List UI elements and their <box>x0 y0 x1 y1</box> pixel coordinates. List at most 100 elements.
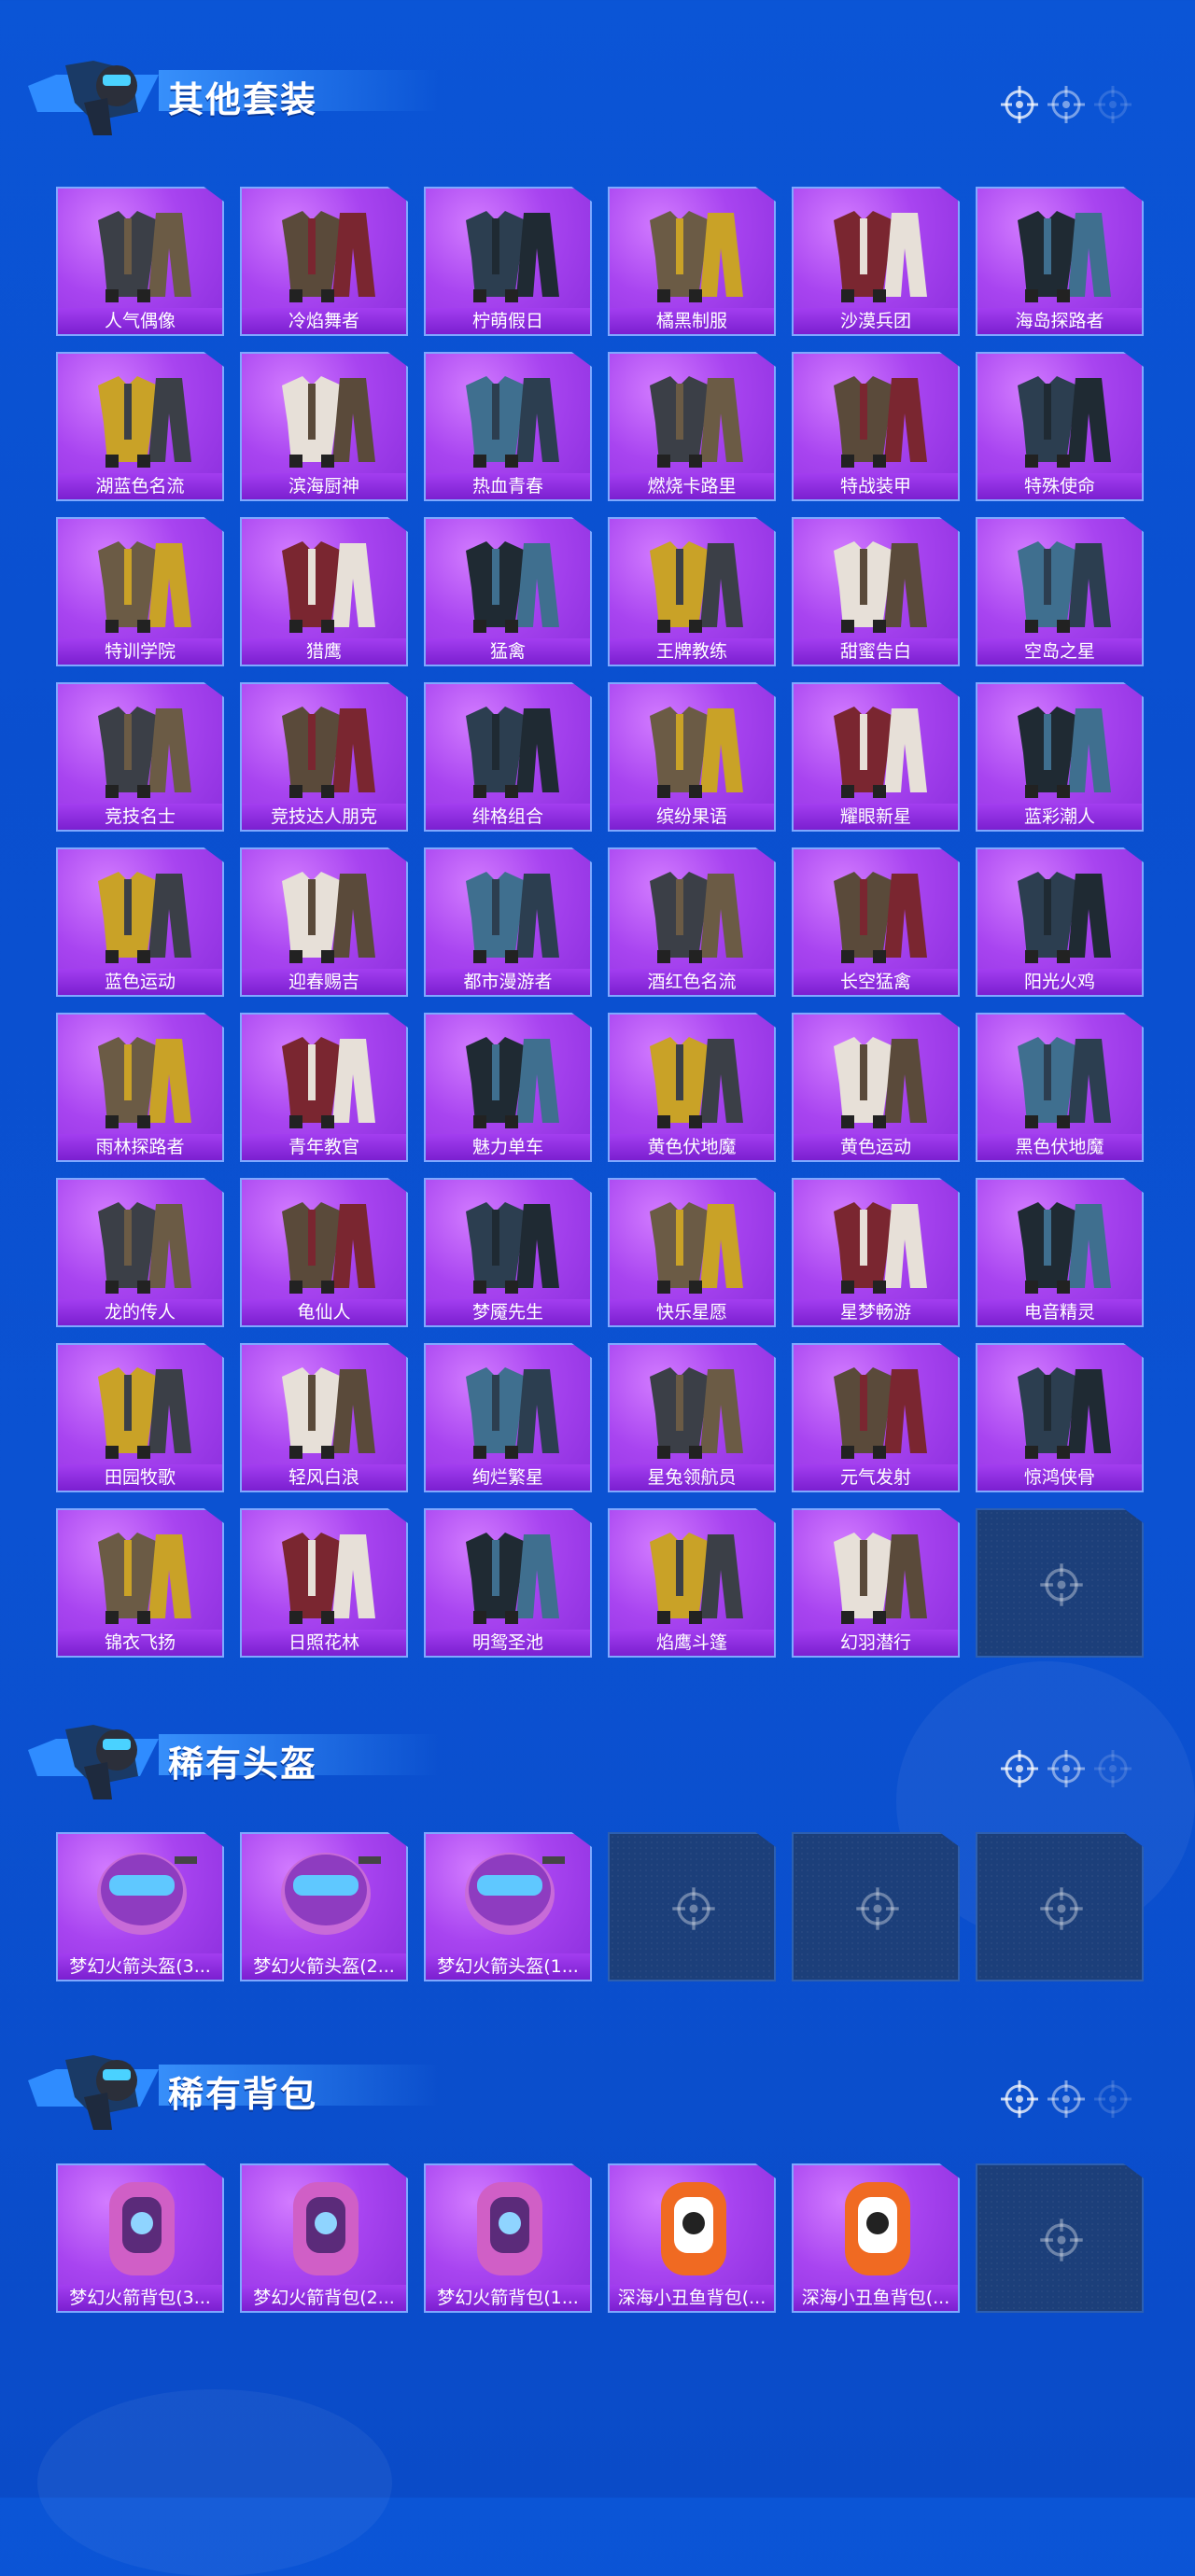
item-image <box>1001 853 1122 971</box>
item-name: 耀眼新星 <box>794 804 958 830</box>
item-name: 特殊使命 <box>977 473 1142 499</box>
item-name: 幻羽潜行 <box>794 1630 958 1656</box>
outfit-card[interactable]: 人气偶像 <box>56 187 224 336</box>
outfit-card[interactable]: 惊鸿侠骨 <box>976 1343 1144 1492</box>
outfit-card[interactable]: 热血青春 <box>424 352 592 501</box>
item-name: 明鸳圣池 <box>426 1630 590 1656</box>
backpack-card[interactable]: 梦幻火箭背包(2... <box>240 2163 408 2313</box>
item-image <box>81 1018 203 1136</box>
outfit-card[interactable]: 星兔领航员 <box>608 1343 776 1492</box>
outfit-card[interactable]: 湖蓝色名流 <box>56 352 224 501</box>
outfit-card[interactable]: 雨林探路者 <box>56 1013 224 1162</box>
outfit-card[interactable]: 焰鹰斗篷 <box>608 1508 776 1658</box>
outfit-card[interactable]: 柠萌假日 <box>424 187 592 336</box>
outfit-card[interactable]: 特战装甲 <box>792 352 960 501</box>
outfit-card[interactable]: 电音精灵 <box>976 1178 1144 1327</box>
empty-slot <box>792 1832 960 1981</box>
background-circle-decoration <box>37 2389 392 2576</box>
outfit-card[interactable]: 竞技达人朋克 <box>240 682 408 832</box>
item-name: 梦幻火箭头盔(3... <box>58 1953 222 1980</box>
outfit-card[interactable]: 黄色伏地魔 <box>608 1013 776 1162</box>
backpack-card[interactable]: 梦幻火箭背包(1... <box>424 2163 592 2313</box>
outfit-card[interactable]: 耀眼新星 <box>792 682 960 832</box>
outfit-card[interactable]: 猛禽 <box>424 517 592 666</box>
outfit-card[interactable]: 长空猛禽 <box>792 847 960 997</box>
outfit-card[interactable]: 龟仙人 <box>240 1178 408 1327</box>
section-title: 其他套装 <box>168 79 318 120</box>
item-name: 滨海厨神 <box>242 473 406 499</box>
item-name: 魅力单车 <box>426 1134 590 1160</box>
item-name: 燃烧卡路里 <box>610 473 774 499</box>
outfit-card[interactable]: 海岛探路者 <box>976 187 1144 336</box>
outfit-card[interactable]: 星梦畅游 <box>792 1178 960 1327</box>
outfit-card[interactable]: 魅力单车 <box>424 1013 592 1162</box>
outfit-card[interactable]: 绚烂繁星 <box>424 1343 592 1492</box>
outfit-card[interactable]: 龙的传人 <box>56 1178 224 1327</box>
outfit-card[interactable]: 都市漫游者 <box>424 847 592 997</box>
outfit-card[interactable]: 幻羽潜行 <box>792 1508 960 1658</box>
item-name: 龙的传人 <box>58 1299 222 1325</box>
outfit-card[interactable]: 明鸳圣池 <box>424 1508 592 1658</box>
item-image <box>633 523 754 640</box>
outfit-card[interactable]: 黄色运动 <box>792 1013 960 1162</box>
item-image <box>81 2169 203 2287</box>
outfit-card[interactable]: 轻风白浪 <box>240 1343 408 1492</box>
item-name: 梦幻火箭头盔(2... <box>242 1953 406 1980</box>
outfit-card[interactable]: 阳光火鸡 <box>976 847 1144 997</box>
outfit-card[interactable]: 特殊使命 <box>976 352 1144 501</box>
item-image <box>817 357 938 475</box>
item-name: 猎鹰 <box>242 638 406 665</box>
item-name: 焰鹰斗篷 <box>610 1630 774 1656</box>
backpack-card[interactable]: 梦幻火箭背包(3... <box>56 2163 224 2313</box>
outfit-card[interactable]: 燃烧卡路里 <box>608 352 776 501</box>
outfit-card[interactable]: 空岛之星 <box>976 517 1144 666</box>
crosshair-icon <box>1092 84 1133 125</box>
section-title: 稀有头盔 <box>168 1743 318 1785</box>
outfit-card[interactable]: 黑色伏地魔 <box>976 1013 1144 1162</box>
outfit-card[interactable]: 王牌教练 <box>608 517 776 666</box>
crosshair-icon <box>1046 1748 1087 1789</box>
outfit-card[interactable]: 快乐星愿 <box>608 1178 776 1327</box>
outfit-card[interactable]: 橘黑制服 <box>608 187 776 336</box>
outfit-card[interactable]: 绯格组合 <box>424 682 592 832</box>
item-image <box>81 357 203 475</box>
item-image <box>633 1018 754 1136</box>
item-image <box>449 1838 570 1955</box>
item-name: 阳光火鸡 <box>977 969 1142 995</box>
outfit-card[interactable]: 元气发射 <box>792 1343 960 1492</box>
outfit-card[interactable]: 梦魇先生 <box>424 1178 592 1327</box>
item-image <box>81 1838 203 1955</box>
item-name: 雨林探路者 <box>58 1134 222 1160</box>
section-header-backpacks: 稀有背包 <box>28 2041 1167 2135</box>
helmet-card[interactable]: 梦幻火箭头盔(2... <box>240 1832 408 1981</box>
backpack-card[interactable]: 深海小丑鱼背包(... <box>608 2163 776 2313</box>
helmet-card[interactable]: 梦幻火箭头盔(1... <box>424 1832 592 1981</box>
item-name: 青年教官 <box>242 1134 406 1160</box>
outfit-card[interactable]: 日照花林 <box>240 1508 408 1658</box>
helmet-card[interactable]: 梦幻火箭头盔(3... <box>56 1832 224 1981</box>
outfit-card[interactable]: 锦衣飞扬 <box>56 1508 224 1658</box>
outfit-card[interactable]: 特训学院 <box>56 517 224 666</box>
outfit-card[interactable]: 甜蜜告白 <box>792 517 960 666</box>
outfit-card[interactable]: 猎鹰 <box>240 517 408 666</box>
outfit-card[interactable]: 迎春赐吉 <box>240 847 408 997</box>
outfit-card[interactable]: 酒红色名流 <box>608 847 776 997</box>
item-name: 湖蓝色名流 <box>58 473 222 499</box>
item-image <box>633 1514 754 1631</box>
outfit-card[interactable]: 竞技名士 <box>56 682 224 832</box>
backpack-card[interactable]: 深海小丑鱼背包(... <box>792 2163 960 2313</box>
item-name: 酒红色名流 <box>610 969 774 995</box>
outfit-card[interactable]: 蓝色运动 <box>56 847 224 997</box>
item-image <box>1001 1018 1122 1136</box>
outfit-card[interactable]: 冷焰舞者 <box>240 187 408 336</box>
outfit-card[interactable]: 蓝彩潮人 <box>976 682 1144 832</box>
item-image <box>633 688 754 805</box>
item-image <box>81 192 203 310</box>
item-name: 特训学院 <box>58 638 222 665</box>
item-image <box>449 688 570 805</box>
outfit-card[interactable]: 缤纷果语 <box>608 682 776 832</box>
outfit-card[interactable]: 沙漠兵团 <box>792 187 960 336</box>
outfit-card[interactable]: 滨海厨神 <box>240 352 408 501</box>
outfit-card[interactable]: 青年教官 <box>240 1013 408 1162</box>
outfit-card[interactable]: 田园牧歌 <box>56 1343 224 1492</box>
